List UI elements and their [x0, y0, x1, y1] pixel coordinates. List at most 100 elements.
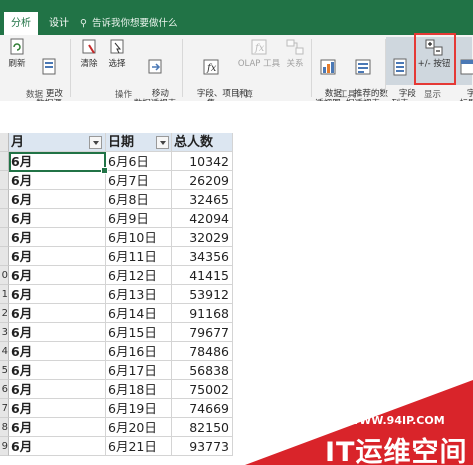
- month-cell[interactable]: 6月: [9, 361, 106, 380]
- row-number: [0, 209, 9, 228]
- month-cell[interactable]: 6月: [9, 418, 106, 437]
- olap-tools-button[interactable]: fx OLAP 工具: [237, 37, 281, 69]
- ribbon: 刷新 更改 数据源 数据 清除 选择 移动 数据透视表 操作 fx 字段、项目和…: [0, 35, 473, 109]
- date-cell[interactable]: 6月7日: [106, 171, 172, 190]
- row-number: [0, 190, 9, 209]
- month-cell[interactable]: 6月: [9, 399, 106, 418]
- total-cell[interactable]: 42094: [172, 209, 233, 228]
- month-cell[interactable]: 6月: [9, 247, 106, 266]
- date-cell[interactable]: 6月14日: [106, 304, 172, 323]
- clear-label: 清除: [80, 59, 98, 69]
- total-cell[interactable]: 78486: [172, 342, 233, 361]
- group-separator: [385, 39, 386, 97]
- total-cell[interactable]: 26209: [172, 171, 233, 190]
- relationships-icon: [286, 39, 304, 55]
- select-button[interactable]: 选择: [104, 37, 130, 69]
- relationships-button[interactable]: 关系: [282, 37, 308, 69]
- field-list-icon: [393, 58, 407, 76]
- refresh-label: 刷新: [8, 59, 26, 69]
- date-cell[interactable]: 6月6日: [106, 152, 172, 171]
- date-header-label: 日期: [108, 135, 135, 150]
- date-cell[interactable]: 6月10日: [106, 228, 172, 247]
- month-cell[interactable]: 6月: [9, 380, 106, 399]
- total-cell[interactable]: 32465: [172, 190, 233, 209]
- group-label-tools: 工具: [339, 90, 357, 100]
- month-cell[interactable]: 6月: [9, 228, 106, 247]
- month-cell[interactable]: 6月: [9, 342, 106, 361]
- refresh-button[interactable]: 刷新: [4, 37, 30, 69]
- watermark-name: IT运维空间: [325, 437, 468, 465]
- selected-cell: [9, 152, 108, 174]
- total-cell[interactable]: 34356: [172, 247, 233, 266]
- total-cell[interactable]: 32029: [172, 228, 233, 247]
- date-cell[interactable]: 6月21日: [106, 437, 172, 456]
- field-headers-icon: [460, 59, 473, 75]
- tab-analyze[interactable]: 分析: [4, 12, 38, 35]
- date-cell[interactable]: 6月11日: [106, 247, 172, 266]
- group-label-data: 数据: [26, 90, 44, 100]
- pivot-chart-icon: [320, 59, 336, 75]
- total-cell[interactable]: 79677: [172, 323, 233, 342]
- change-source-icon: [42, 58, 56, 75]
- tab-design[interactable]: 设计: [42, 12, 76, 35]
- sheet-top-area: [0, 101, 473, 131]
- total-cell[interactable]: 93773: [172, 437, 233, 456]
- date-cell[interactable]: 6月19日: [106, 399, 172, 418]
- row-number: 2: [0, 304, 9, 323]
- date-cell[interactable]: 6月12日: [106, 266, 172, 285]
- month-filter-dropdown[interactable]: [89, 136, 102, 149]
- total-cell[interactable]: 74669: [172, 399, 233, 418]
- date-cell[interactable]: 6月8日: [106, 190, 172, 209]
- refresh-icon: [10, 38, 24, 55]
- row-number: 3: [0, 323, 9, 342]
- clear-button[interactable]: 清除: [76, 37, 102, 69]
- row-number: 6: [0, 380, 9, 399]
- date-cell[interactable]: 6月17日: [106, 361, 172, 380]
- row-number: 8: [0, 418, 9, 437]
- olap-icon: fx: [251, 39, 267, 55]
- month-cell[interactable]: 6月: [9, 437, 106, 456]
- row-number: [0, 171, 9, 190]
- row-number: 9: [0, 437, 9, 456]
- search-icon: ⚲: [80, 18, 87, 29]
- relationships-label: 关系: [286, 59, 304, 69]
- total-cell[interactable]: 91168: [172, 304, 233, 323]
- date-cell[interactable]: 6月9日: [106, 209, 172, 228]
- row-number: [0, 228, 9, 247]
- total-cell[interactable]: 56838: [172, 361, 233, 380]
- watermark: WWW.94IP.COM IT运维空间: [245, 380, 473, 465]
- total-cell[interactable]: 41415: [172, 266, 233, 285]
- row-number: [0, 152, 9, 171]
- month-header[interactable]: 月: [9, 133, 106, 152]
- svg-text:fx: fx: [206, 63, 217, 74]
- month-cell[interactable]: 6月: [9, 285, 106, 304]
- month-header-label: 月: [11, 135, 25, 150]
- month-cell[interactable]: 6月: [9, 190, 106, 209]
- total-cell[interactable]: 10342: [172, 152, 233, 171]
- date-cell[interactable]: 6月16日: [106, 342, 172, 361]
- month-cell[interactable]: 6月: [9, 304, 106, 323]
- date-cell[interactable]: 6月18日: [106, 380, 172, 399]
- date-filter-dropdown[interactable]: [156, 136, 169, 149]
- date-cell[interactable]: 6月15日: [106, 323, 172, 342]
- olap-label: OLAP 工具: [237, 59, 281, 69]
- month-cell[interactable]: 6月: [9, 323, 106, 342]
- row-number: [0, 133, 9, 152]
- select-label: 选择: [108, 59, 126, 69]
- date-cell[interactable]: 6月20日: [106, 418, 172, 437]
- month-cell[interactable]: 6月: [9, 266, 106, 285]
- total-header[interactable]: 总人数: [172, 133, 233, 152]
- svg-text:fx: fx: [254, 43, 265, 54]
- total-cell[interactable]: 53912: [172, 285, 233, 304]
- tell-me-box[interactable]: ⚲ 告诉我你想要做什么: [80, 12, 178, 35]
- row-number: 0: [0, 266, 9, 285]
- date-header[interactable]: 日期: [106, 133, 172, 152]
- month-cell[interactable]: 6月: [9, 209, 106, 228]
- total-cell[interactable]: 75002: [172, 380, 233, 399]
- month-cell[interactable]: 6月: [9, 171, 106, 190]
- total-cell[interactable]: 82150: [172, 418, 233, 437]
- highlight-box: [414, 33, 456, 85]
- date-cell[interactable]: 6月13日: [106, 285, 172, 304]
- move-pivot-icon: [148, 59, 162, 74]
- row-number: [0, 247, 9, 266]
